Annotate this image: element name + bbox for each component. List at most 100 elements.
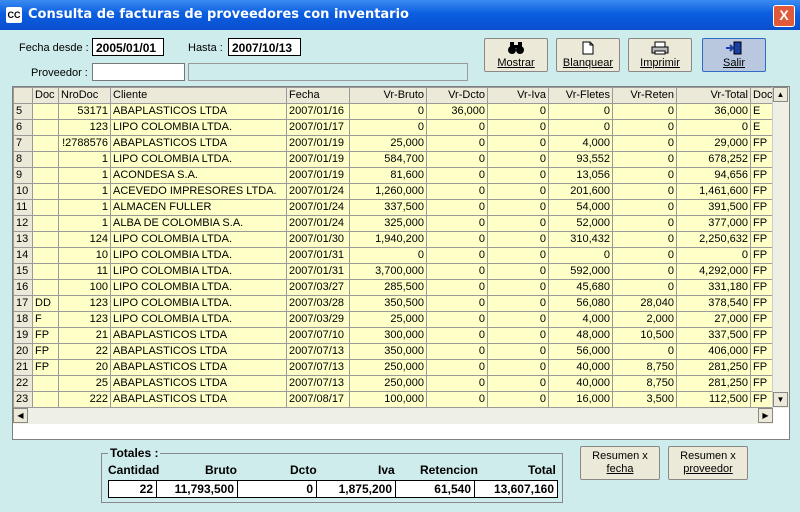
column-header[interactable]: Vr-Total — [676, 87, 751, 104]
row-number[interactable]: 15 — [13, 263, 33, 280]
table-cell[interactable] — [32, 167, 59, 184]
table-cell[interactable]: 10,500 — [612, 327, 677, 344]
table-cell[interactable]: 0 — [349, 119, 427, 136]
table-cell[interactable]: 2007/07/13 — [286, 375, 350, 392]
table-cell[interactable]: 0 — [426, 215, 488, 232]
table-cell[interactable]: 2,250,632 — [676, 231, 751, 248]
table-cell[interactable]: 0 — [487, 183, 549, 200]
table-cell[interactable]: 201,600 — [548, 183, 613, 200]
imprimir-button[interactable]: Imprimir — [628, 38, 692, 72]
table-cell[interactable]: 0 — [612, 199, 677, 216]
table-cell[interactable]: 0 — [487, 167, 549, 184]
table-cell[interactable]: 56,080 — [548, 295, 613, 312]
table-cell[interactable]: 222 — [58, 391, 111, 408]
table-cell[interactable]: 40,000 — [548, 359, 613, 376]
table-row[interactable]: 12 1 ALBA DE COLOMBIA S.A. 2007/01/24 325,00… — [13, 215, 776, 232]
table-row[interactable]: 7 !2788576 ABAPLASTICOS LTDA 2007/01/19 25,0… — [13, 135, 776, 152]
table-cell[interactable]: 2007/07/13 — [286, 343, 350, 360]
table-cell[interactable]: 124 — [58, 231, 111, 248]
table-cell[interactable] — [32, 247, 59, 264]
table-cell[interactable]: 0 — [487, 103, 549, 120]
table-cell[interactable]: 325,000 — [349, 215, 427, 232]
table-cell[interactable]: 0 — [426, 311, 488, 328]
table-cell[interactable]: LIPO COLOMBIA LTDA. — [110, 231, 287, 248]
table-cell[interactable]: 4,000 — [548, 135, 613, 152]
fecha-desde-input[interactable]: 2005/01/01 — [92, 38, 164, 56]
table-cell[interactable]: 1 — [58, 183, 111, 200]
table-cell[interactable]: 0 — [548, 103, 613, 120]
table-row[interactable]: 13 124 LIPO COLOMBIA LTDA. 2007/01/30 1,940,… — [13, 231, 776, 248]
table-cell[interactable]: ALBA DE COLOMBIA S.A. — [110, 215, 287, 232]
table-cell[interactable]: 2007/03/29 — [286, 311, 350, 328]
table-cell[interactable]: 350,000 — [349, 343, 427, 360]
table-cell[interactable]: 4,000 — [548, 311, 613, 328]
table-cell[interactable]: 0 — [676, 119, 751, 136]
resumen-fecha-button[interactable]: Resumen x fecha — [580, 446, 660, 480]
table-cell[interactable]: 112,500 — [676, 391, 751, 408]
table-cell[interactable]: 36,000 — [676, 103, 751, 120]
table-cell[interactable]: 1,461,600 — [676, 183, 751, 200]
table-cell[interactable]: 94,656 — [676, 167, 751, 184]
table-cell[interactable]: 0 — [612, 215, 677, 232]
table-cell[interactable]: 0 — [612, 231, 677, 248]
table-cell[interactable]: 16,000 — [548, 391, 613, 408]
table-cell[interactable]: LIPO COLOMBIA LTDA. — [110, 151, 287, 168]
table-cell[interactable]: ABAPLASTICOS LTDA — [110, 391, 287, 408]
table-cell[interactable]: 13,056 — [548, 167, 613, 184]
table-cell[interactable]: LIPO COLOMBIA LTDA. — [110, 295, 287, 312]
table-row[interactable]: 23 222 ABAPLASTICOS LTDA 2007/08/17 100,000 0… — [13, 391, 776, 408]
table-cell[interactable]: 2007/07/10 — [286, 327, 350, 344]
table-cell[interactable]: 21 — [58, 327, 111, 344]
table-cell[interactable]: 36,000 — [426, 103, 488, 120]
table-cell[interactable]: DD — [32, 295, 59, 312]
table-row[interactable]: 19 FP 21 ABAPLASTICOS LTDA 2007/07/10 300,000… — [13, 327, 776, 344]
table-cell[interactable]: 378,540 — [676, 295, 751, 312]
row-number[interactable]: 7 — [13, 135, 33, 152]
table-row[interactable]: 22 25 ABAPLASTICOS LTDA 2007/07/13 250,000 0 0… — [13, 375, 776, 392]
table-cell[interactable]: ACEVEDO IMPRESORES LTDA. — [110, 183, 287, 200]
table-row[interactable]: 14 10 LIPO COLOMBIA LTDA. 2007/01/31 0 0 0 0 0 0 F… — [13, 247, 776, 264]
table-cell[interactable]: ABAPLASTICOS LTDA — [110, 359, 287, 376]
table-cell[interactable]: 100,000 — [349, 391, 427, 408]
table-cell[interactable]: 0 — [612, 343, 677, 360]
table-cell[interactable]: 0 — [487, 151, 549, 168]
table-cell[interactable]: 0 — [426, 279, 488, 296]
table-cell[interactable]: 0 — [487, 199, 549, 216]
table-cell[interactable]: 2007/01/24 — [286, 199, 350, 216]
table-cell[interactable]: 0 — [487, 375, 549, 392]
table-cell[interactable]: 0 — [487, 295, 549, 312]
column-header[interactable]: Vr-Iva — [487, 87, 549, 104]
table-cell[interactable]: 0 — [426, 247, 488, 264]
table-cell[interactable] — [32, 151, 59, 168]
column-header[interactable]: Fecha — [286, 87, 350, 104]
table-cell[interactable]: ABAPLASTICOS LTDA — [110, 375, 287, 392]
table-cell[interactable]: 3,700,000 — [349, 263, 427, 280]
table-cell[interactable]: LIPO COLOMBIA LTDA. — [110, 119, 287, 136]
table-cell[interactable]: 1 — [58, 215, 111, 232]
table-cell[interactable] — [32, 119, 59, 136]
table-cell[interactable]: 48,000 — [548, 327, 613, 344]
table-cell[interactable]: 592,000 — [548, 263, 613, 280]
table-cell[interactable]: 81,600 — [349, 167, 427, 184]
table-cell[interactable] — [32, 103, 59, 120]
table-cell[interactable]: 2007/01/19 — [286, 135, 350, 152]
table-cell[interactable]: 0 — [612, 135, 677, 152]
table-cell[interactable]: 8,750 — [612, 359, 677, 376]
table-cell[interactable]: 337,500 — [676, 327, 751, 344]
table-cell[interactable]: 28,040 — [612, 295, 677, 312]
table-cell[interactable]: 406,000 — [676, 343, 751, 360]
table-row[interactable]: 17 DD 123 LIPO COLOMBIA LTDA. 2007/03/28 350,… — [13, 295, 776, 312]
table-cell[interactable]: 2007/08/17 — [286, 391, 350, 408]
table-cell[interactable]: 2007/01/24 — [286, 183, 350, 200]
column-header[interactable]: Doc — [32, 87, 59, 104]
table-cell[interactable]: ACONDESA S.A. — [110, 167, 287, 184]
row-number[interactable]: 21 — [13, 359, 33, 376]
row-number[interactable]: 23 — [13, 391, 33, 408]
table-cell[interactable]: 0 — [426, 135, 488, 152]
scroll-up-icon[interactable]: ▲ — [773, 87, 788, 102]
table-cell[interactable]: 0 — [487, 359, 549, 376]
horizontal-scrollbar[interactable]: ◀ ▶ — [13, 408, 773, 424]
table-row[interactable]: 11 1 ALMACEN FULLER 2007/01/24 337,500 0 0 54,0… — [13, 199, 776, 216]
table-cell[interactable]: 22 — [58, 343, 111, 360]
table-cell[interactable]: 0 — [487, 247, 549, 264]
